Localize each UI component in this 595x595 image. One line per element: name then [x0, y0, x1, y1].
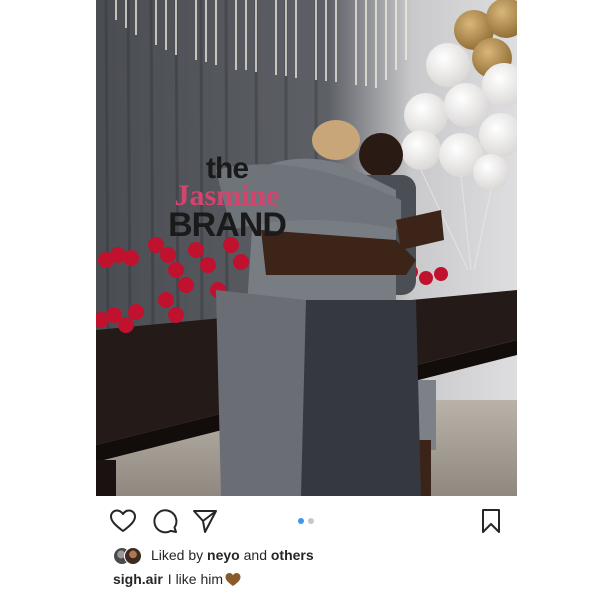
- likes-others-link[interactable]: others: [271, 547, 314, 563]
- carousel-indicator: [298, 517, 318, 525]
- likes-row: Liked by neyo and others: [113, 545, 513, 565]
- caption-text: I like him: [167, 571, 224, 587]
- caption-username-link[interactable]: sigh.air: [113, 569, 163, 589]
- speech-bubble-icon[interactable]: [151, 507, 179, 535]
- post-photo[interactable]: [96, 0, 517, 496]
- heart-outline-icon[interactable]: [109, 507, 137, 535]
- liker-username-link[interactable]: neyo: [207, 547, 240, 563]
- brown-heart-icon: [225, 572, 241, 586]
- liker-avatars[interactable]: [113, 546, 143, 565]
- likes-conjunction: and: [243, 547, 267, 563]
- post-action-bar: [96, 504, 517, 536]
- caption-row: sigh.air I like him: [113, 569, 513, 589]
- likes-text: Liked by neyo and others: [151, 545, 314, 565]
- bookmark-icon[interactable]: [477, 507, 505, 535]
- avatar[interactable]: [124, 547, 142, 565]
- carousel-dot: [308, 518, 314, 524]
- paper-plane-icon[interactable]: [191, 507, 219, 535]
- likes-prefix: Liked by: [151, 547, 204, 563]
- carousel-dot-active: [298, 518, 304, 524]
